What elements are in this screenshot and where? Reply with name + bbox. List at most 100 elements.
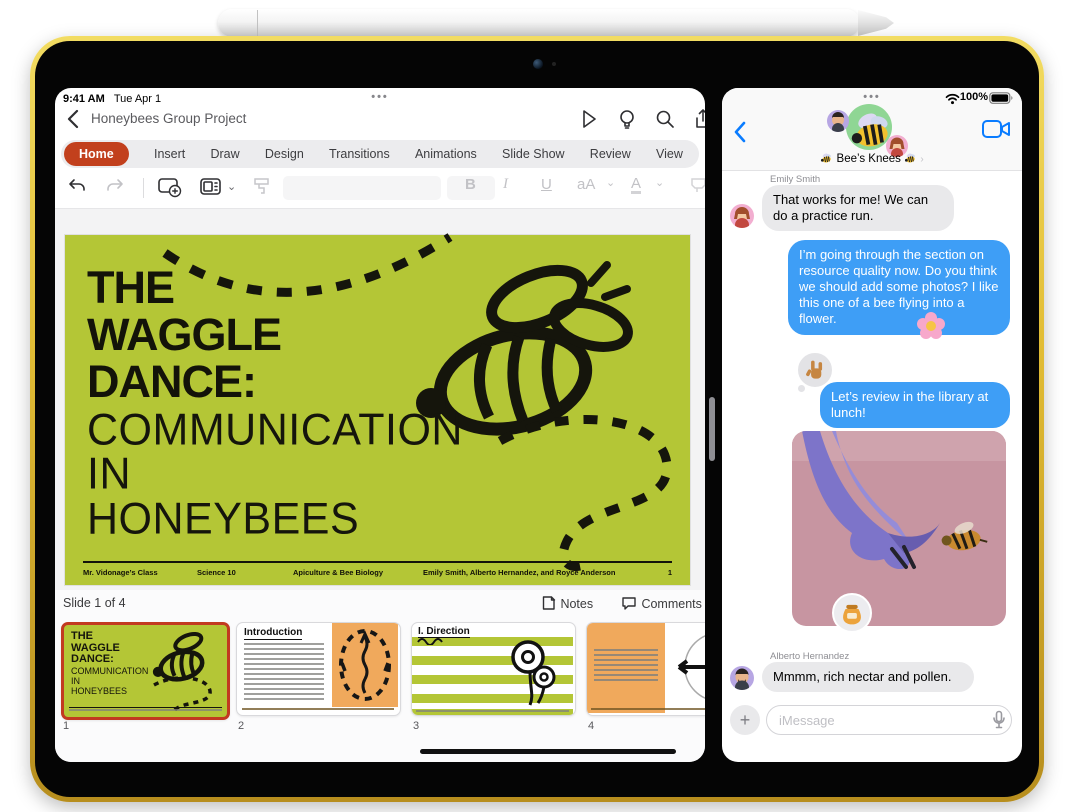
battery-percent: 100% (959, 91, 988, 103)
present-button[interactable] (578, 108, 600, 135)
thumbnail-2-number: 2 (238, 720, 245, 732)
front-camera (533, 59, 543, 69)
tab-review[interactable]: Review (590, 147, 631, 161)
bold-button[interactable]: B (465, 176, 476, 193)
window-controls-button[interactable]: ••• (863, 91, 881, 103)
thumb4-footer (591, 708, 705, 712)
group-avatar[interactable] (846, 104, 892, 150)
thumb2-title: Introduction (244, 627, 303, 640)
bee-emoji-icon (904, 152, 916, 164)
sent-message[interactable]: I’m going through the section on resourc… (788, 240, 1010, 335)
slide-status-row: Slide 1 of 4 Notes Comments (55, 590, 705, 618)
tab-animations[interactable]: Animations (415, 147, 477, 161)
tab-design[interactable]: Design (265, 147, 304, 161)
sent-message[interactable]: Let’s review in the library at lunch! (820, 382, 1010, 429)
thumb4-direction-diagram (677, 635, 705, 699)
apple-pencil (218, 9, 860, 37)
new-slide-icon[interactable] (157, 176, 183, 202)
redo-icon[interactable] (103, 176, 125, 200)
tab-slideshow[interactable]: Slide Show (502, 147, 565, 161)
screenshot-root: 9:41 AM Tue Apr 1 ••• Honeybees Group Pr… (0, 0, 1072, 812)
thumb2-dance-diagram (339, 629, 391, 701)
received-message[interactable]: That works for me! We can do a practice … (762, 185, 954, 232)
slide-footer-teacher: Mr. Vidonage’s Class (83, 568, 158, 577)
font-name-field[interactable] (283, 176, 441, 200)
thumb2-body-text (244, 643, 324, 703)
messages-window: ••• 100% Bee’s Knees › Emily Smith That … (722, 88, 1022, 762)
avatar-emily[interactable] (730, 204, 754, 228)
highlighter-icon[interactable] (689, 176, 705, 200)
notes-label: Notes (560, 597, 594, 611)
blossom-emoji (915, 310, 947, 347)
slide-title-light: COMMUNICATION IN HONEYBEES (87, 404, 463, 544)
thumbnail-slide-4[interactable] (586, 622, 705, 716)
tab-home[interactable]: Home (64, 142, 129, 166)
slide-1-editor[interactable]: THE WAGGLE DANCE: COMMUNICATION IN HONEY… (65, 233, 690, 585)
thumb1-title-light: COMMUNICATION IN HONEYBEES (71, 666, 149, 696)
undo-icon[interactable] (67, 176, 89, 200)
microphone-icon[interactable] (992, 710, 1006, 735)
avatar-alberto[interactable] (730, 666, 754, 690)
thumb2-footer (242, 708, 394, 712)
thumb2-diagram-panel (332, 623, 398, 707)
thumb4-text-panel (587, 623, 665, 713)
text-size-button[interactable]: aA (577, 176, 595, 193)
status-date: Tue Apr 1 (113, 93, 162, 105)
status-time-date: 9:41 AM Tue Apr 1 (63, 93, 161, 105)
thumb3-flower-doodle (511, 640, 556, 706)
format-painter-icon[interactable] (251, 176, 273, 202)
tab-insert[interactable]: Insert (154, 147, 185, 161)
window-controls-button[interactable]: ••• (371, 91, 389, 103)
bee-flight-path-bottom (497, 414, 672, 571)
split-view-drag-handle[interactable] (709, 397, 715, 461)
sender-label: Emily Smith (770, 174, 821, 185)
tab-draw[interactable]: Draw (210, 147, 239, 161)
facetime-video-icon[interactable] (982, 118, 1012, 140)
imessage-input[interactable] (766, 705, 1012, 735)
sender-label: Alberto Hernandez (770, 651, 850, 662)
thumb3-footer (412, 709, 573, 715)
share-icon[interactable] (692, 108, 705, 135)
tab-transitions[interactable]: Transitions (329, 147, 390, 161)
italic-button[interactable]: I (503, 176, 508, 193)
underline-button[interactable]: U (541, 176, 552, 193)
tab-view[interactable]: View (656, 147, 683, 161)
thumbnail-slide-2[interactable]: Introduction (236, 622, 401, 716)
toolbar-divider (143, 178, 144, 198)
sent-photo-bee-flower[interactable] (792, 431, 1006, 626)
member-avatar-alberto[interactable] (827, 110, 849, 132)
front-camera-sensor (552, 62, 556, 66)
search-icon[interactable] (654, 108, 676, 135)
thumbnail-strip: THE WAGGLE DANCE: COMMUNICATION IN HONEY… (55, 618, 705, 762)
notes-button[interactable]: Notes (541, 595, 593, 613)
font-color-chevron-icon[interactable]: ⌄ (655, 176, 664, 189)
thumbnail-slide-3[interactable]: I. Direction (411, 622, 576, 716)
thumbnail-4-number: 4 (588, 720, 595, 732)
thumbnail-slide-1[interactable]: THE WAGGLE DANCE: COMMUNICATION IN HONEY… (61, 622, 230, 720)
slide-footer-page-number: 1 (667, 568, 672, 577)
slide-footer-course: Science 10 (197, 568, 236, 577)
comments-label: Comments (641, 597, 702, 611)
font-color-button[interactable]: A (631, 176, 642, 194)
slide-footer-rule (83, 561, 672, 563)
comments-button[interactable]: Comments (621, 595, 702, 613)
text-size-chevron-icon[interactable]: ⌄ (606, 176, 615, 189)
chevron-right-icon: › (920, 154, 924, 165)
group-name-row[interactable]: Bee’s Knees › (722, 152, 1022, 165)
document-title[interactable]: Honeybees Group Project (91, 111, 246, 126)
thumbnail-3-number: 3 (413, 720, 420, 732)
wifi-icon (945, 92, 960, 110)
apple-pencil-tip (858, 10, 894, 36)
back-icon[interactable] (65, 109, 83, 129)
tapback-tail-dot (798, 385, 805, 392)
add-attachment-button[interactable]: + (730, 705, 760, 735)
received-message[interactable]: Mmmm, rich nectar and pollen. (762, 662, 974, 693)
home-indicator[interactable] (420, 749, 676, 754)
layout-chevron-down-icon[interactable]: ⌄ (227, 180, 236, 193)
slide-canvas: THE WAGGLE DANCE: COMMUNICATION IN HONEY… (55, 209, 705, 590)
slide-title-bold: THE WAGGLE DANCE: (87, 262, 282, 407)
slide-layout-icon[interactable] (199, 176, 223, 202)
ideas-lightbulb-icon[interactable] (616, 108, 638, 135)
tapback-honey-pot[interactable] (832, 593, 872, 633)
messages-back-icon[interactable] (732, 120, 748, 144)
